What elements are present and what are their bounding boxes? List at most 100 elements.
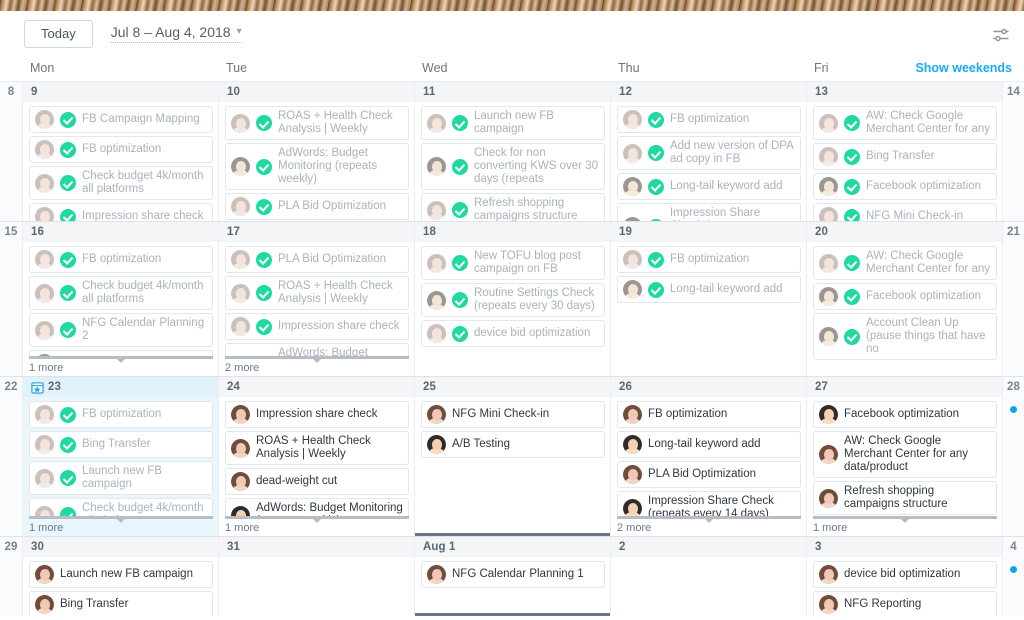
calendar-event[interactable]: Refresh shopping campaigns structure xyxy=(421,193,605,221)
check-circle-icon[interactable] xyxy=(256,251,272,268)
calendar-event[interactable]: Bing Transfer xyxy=(29,591,213,616)
calendar-event[interactable]: FB optimization xyxy=(617,401,801,428)
check-circle-icon[interactable] xyxy=(60,406,76,423)
check-circle-icon[interactable] xyxy=(60,111,76,128)
show-more-events-link[interactable]: 1 more xyxy=(29,356,213,376)
check-circle-icon[interactable] xyxy=(844,208,860,221)
check-circle-icon[interactable] xyxy=(452,202,468,218)
check-circle-icon[interactable] xyxy=(844,328,860,345)
day-cell[interactable]: 2 xyxy=(610,537,806,616)
show-more-events-link[interactable]: 1 more xyxy=(813,516,997,536)
calendar-event[interactable]: Check budget 4k/month all platforms xyxy=(29,166,213,200)
calendar-event[interactable]: Check budget 4k/month all platforms xyxy=(29,276,213,310)
show-more-events-link[interactable]: 2 more xyxy=(225,356,409,376)
calendar-event[interactable]: Launch new FB campaign xyxy=(29,461,213,495)
day-cell[interactable]: 13 AW: Check Google Merchant Center for a… xyxy=(806,82,1002,221)
day-cell-sunday[interactable]: 29 xyxy=(0,537,22,616)
day-cell[interactable]: 27 Facebook optimization AW: Check Google … xyxy=(806,377,1002,536)
check-circle-icon[interactable] xyxy=(60,470,76,486)
check-circle-icon[interactable] xyxy=(452,292,468,308)
check-circle-icon[interactable] xyxy=(256,115,272,131)
calendar-event[interactable]: AW: Check Google Merchant Center for any… xyxy=(813,431,997,478)
check-circle-icon[interactable] xyxy=(60,322,76,338)
calendar-event[interactable]: Impression Share Check (repeats every 14… xyxy=(617,203,801,221)
check-circle-icon[interactable] xyxy=(648,218,664,221)
calendar-event[interactable]: Long-tail keyword add xyxy=(617,173,801,200)
day-cell-saturday[interactable]: 4 xyxy=(1002,537,1024,616)
check-circle-icon[interactable] xyxy=(648,178,664,195)
date-range-picker[interactable]: Jul 8 – Aug 4, 2018 ▾ xyxy=(110,24,242,43)
check-circle-icon[interactable] xyxy=(452,255,468,271)
calendar-event[interactable]: AW: Check Google Merchant Center for any xyxy=(813,106,997,140)
calendar-event[interactable]: dead-weight cut xyxy=(225,468,409,495)
calendar-event[interactable]: device bid optimization xyxy=(421,320,605,347)
calendar-event[interactable]: Launch new FB campaign xyxy=(421,106,605,140)
calendar-event[interactable]: Facebook optimization xyxy=(813,401,997,428)
calendar-event[interactable]: Check budget 4k/month all platforms xyxy=(29,498,213,516)
calendar-event[interactable]: PLA Bid Optimization xyxy=(225,246,409,273)
calendar-event[interactable]: ROAS + Health Check Analysis | Weekly xyxy=(225,276,409,310)
day-cell[interactable]: Aug 1 NFG Calendar Planning 1 xyxy=(414,537,610,616)
check-circle-icon[interactable] xyxy=(256,285,272,301)
calendar-event[interactable]: NFG Calendar Planning 2 xyxy=(29,313,213,347)
check-circle-icon[interactable] xyxy=(256,198,272,215)
day-cell-saturday[interactable]: 28 xyxy=(1002,377,1024,536)
day-cell[interactable]: 9 FB Campaign Mapping FB optimization Check… xyxy=(22,82,218,221)
check-circle-icon[interactable] xyxy=(452,115,468,131)
day-cell[interactable]: 23 FB optimization Bing Transfer Launch new… xyxy=(22,377,218,536)
show-more-events-link[interactable]: 1 more xyxy=(29,516,213,536)
check-circle-icon[interactable] xyxy=(648,111,664,128)
day-cell-sunday[interactable]: 22 xyxy=(0,377,22,536)
calendar-event[interactable]: Bing Transfer xyxy=(813,143,997,170)
day-cell-saturday[interactable]: 14 xyxy=(1002,82,1024,221)
day-cell[interactable]: 26 FB optimization Long-tail keyword add PL… xyxy=(610,377,806,536)
check-circle-icon[interactable] xyxy=(648,251,664,268)
show-weekends-link[interactable]: Show weekends xyxy=(915,61,1012,75)
calendar-event[interactable]: Long-tail keyword add xyxy=(617,276,801,303)
day-cell-sunday[interactable]: 8 xyxy=(0,82,22,221)
calendar-event[interactable]: NFG Calendar Planning 1 xyxy=(421,561,605,588)
calendar-event[interactable]: Check for non converting KWS over 30 day… xyxy=(421,143,605,190)
day-cell[interactable]: 18 New TOFU blog post campaign on FB Routi… xyxy=(414,222,610,376)
calendar-event[interactable]: Launch new FB campaign xyxy=(29,561,213,588)
calendar-event[interactable]: Facebook optimization xyxy=(813,283,997,310)
day-cell[interactable]: 3 device bid optimization NFG Reporting xyxy=(806,537,1002,616)
calendar-event[interactable]: Impression share check xyxy=(29,203,213,221)
check-circle-icon[interactable] xyxy=(60,175,76,191)
day-cell[interactable]: 25 NFG Mini Check-in A/B Testing xyxy=(414,377,610,536)
calendar-event[interactable]: device bid optimization xyxy=(813,561,997,588)
show-more-events-link[interactable]: 2 more xyxy=(617,516,801,536)
check-circle-icon[interactable] xyxy=(60,436,76,453)
day-cell[interactable]: 10 ROAS + Health Check Analysis | Weekly A… xyxy=(218,82,414,221)
day-cell[interactable]: 12 FB optimization Add new version of DPA … xyxy=(610,82,806,221)
day-cell[interactable]: 17 PLA Bid Optimization ROAS + Health Chec… xyxy=(218,222,414,376)
check-circle-icon[interactable] xyxy=(844,148,860,165)
check-circle-icon[interactable] xyxy=(256,318,272,335)
calendar-event[interactable]: NFG Mini Check-in xyxy=(421,401,605,428)
calendar-event[interactable]: AdWords: Budget Monitoring (repeats week… xyxy=(225,498,409,516)
calendar-event[interactable]: Impression share check xyxy=(225,401,409,428)
calendar-event[interactable]: New TOFU blog post campaign on FB xyxy=(421,246,605,280)
check-circle-icon[interactable] xyxy=(60,208,76,221)
check-circle-icon[interactable] xyxy=(60,251,76,268)
check-circle-icon[interactable] xyxy=(452,325,468,342)
calendar-event[interactable]: ROAS + Health Check Analysis | Weekly xyxy=(225,431,409,465)
calendar-event[interactable]: Long-tail keyword add xyxy=(617,431,801,458)
calendar-event[interactable]: Routine Settings Check (repeats every 30… xyxy=(421,283,605,317)
calendar-event[interactable]: PLA Bid Optimization xyxy=(225,193,409,220)
check-circle-icon[interactable] xyxy=(844,255,860,271)
calendar-event[interactable]: AdWords: Budget Monitoring (repeats week… xyxy=(225,143,409,190)
check-circle-icon[interactable] xyxy=(60,285,76,301)
calendar-event[interactable]: FB Campaign Mapping xyxy=(29,106,213,133)
check-circle-icon[interactable] xyxy=(648,145,664,161)
calendar-event[interactable]: FB optimization xyxy=(617,246,801,273)
sliders-icon[interactable] xyxy=(992,27,1010,43)
show-more-events-link[interactable]: 1 more xyxy=(225,516,409,536)
day-cell[interactable]: 30 Launch new FB campaign Bing Transfer xyxy=(22,537,218,616)
calendar-event[interactable]: FB optimization xyxy=(29,246,213,273)
calendar-event[interactable]: FB optimization xyxy=(29,136,213,163)
check-circle-icon[interactable] xyxy=(452,158,468,175)
calendar-event[interactable]: NFG Mini Check-in xyxy=(813,203,997,221)
check-circle-icon[interactable] xyxy=(256,158,272,175)
calendar-event[interactable]: Impression share check xyxy=(225,313,409,340)
